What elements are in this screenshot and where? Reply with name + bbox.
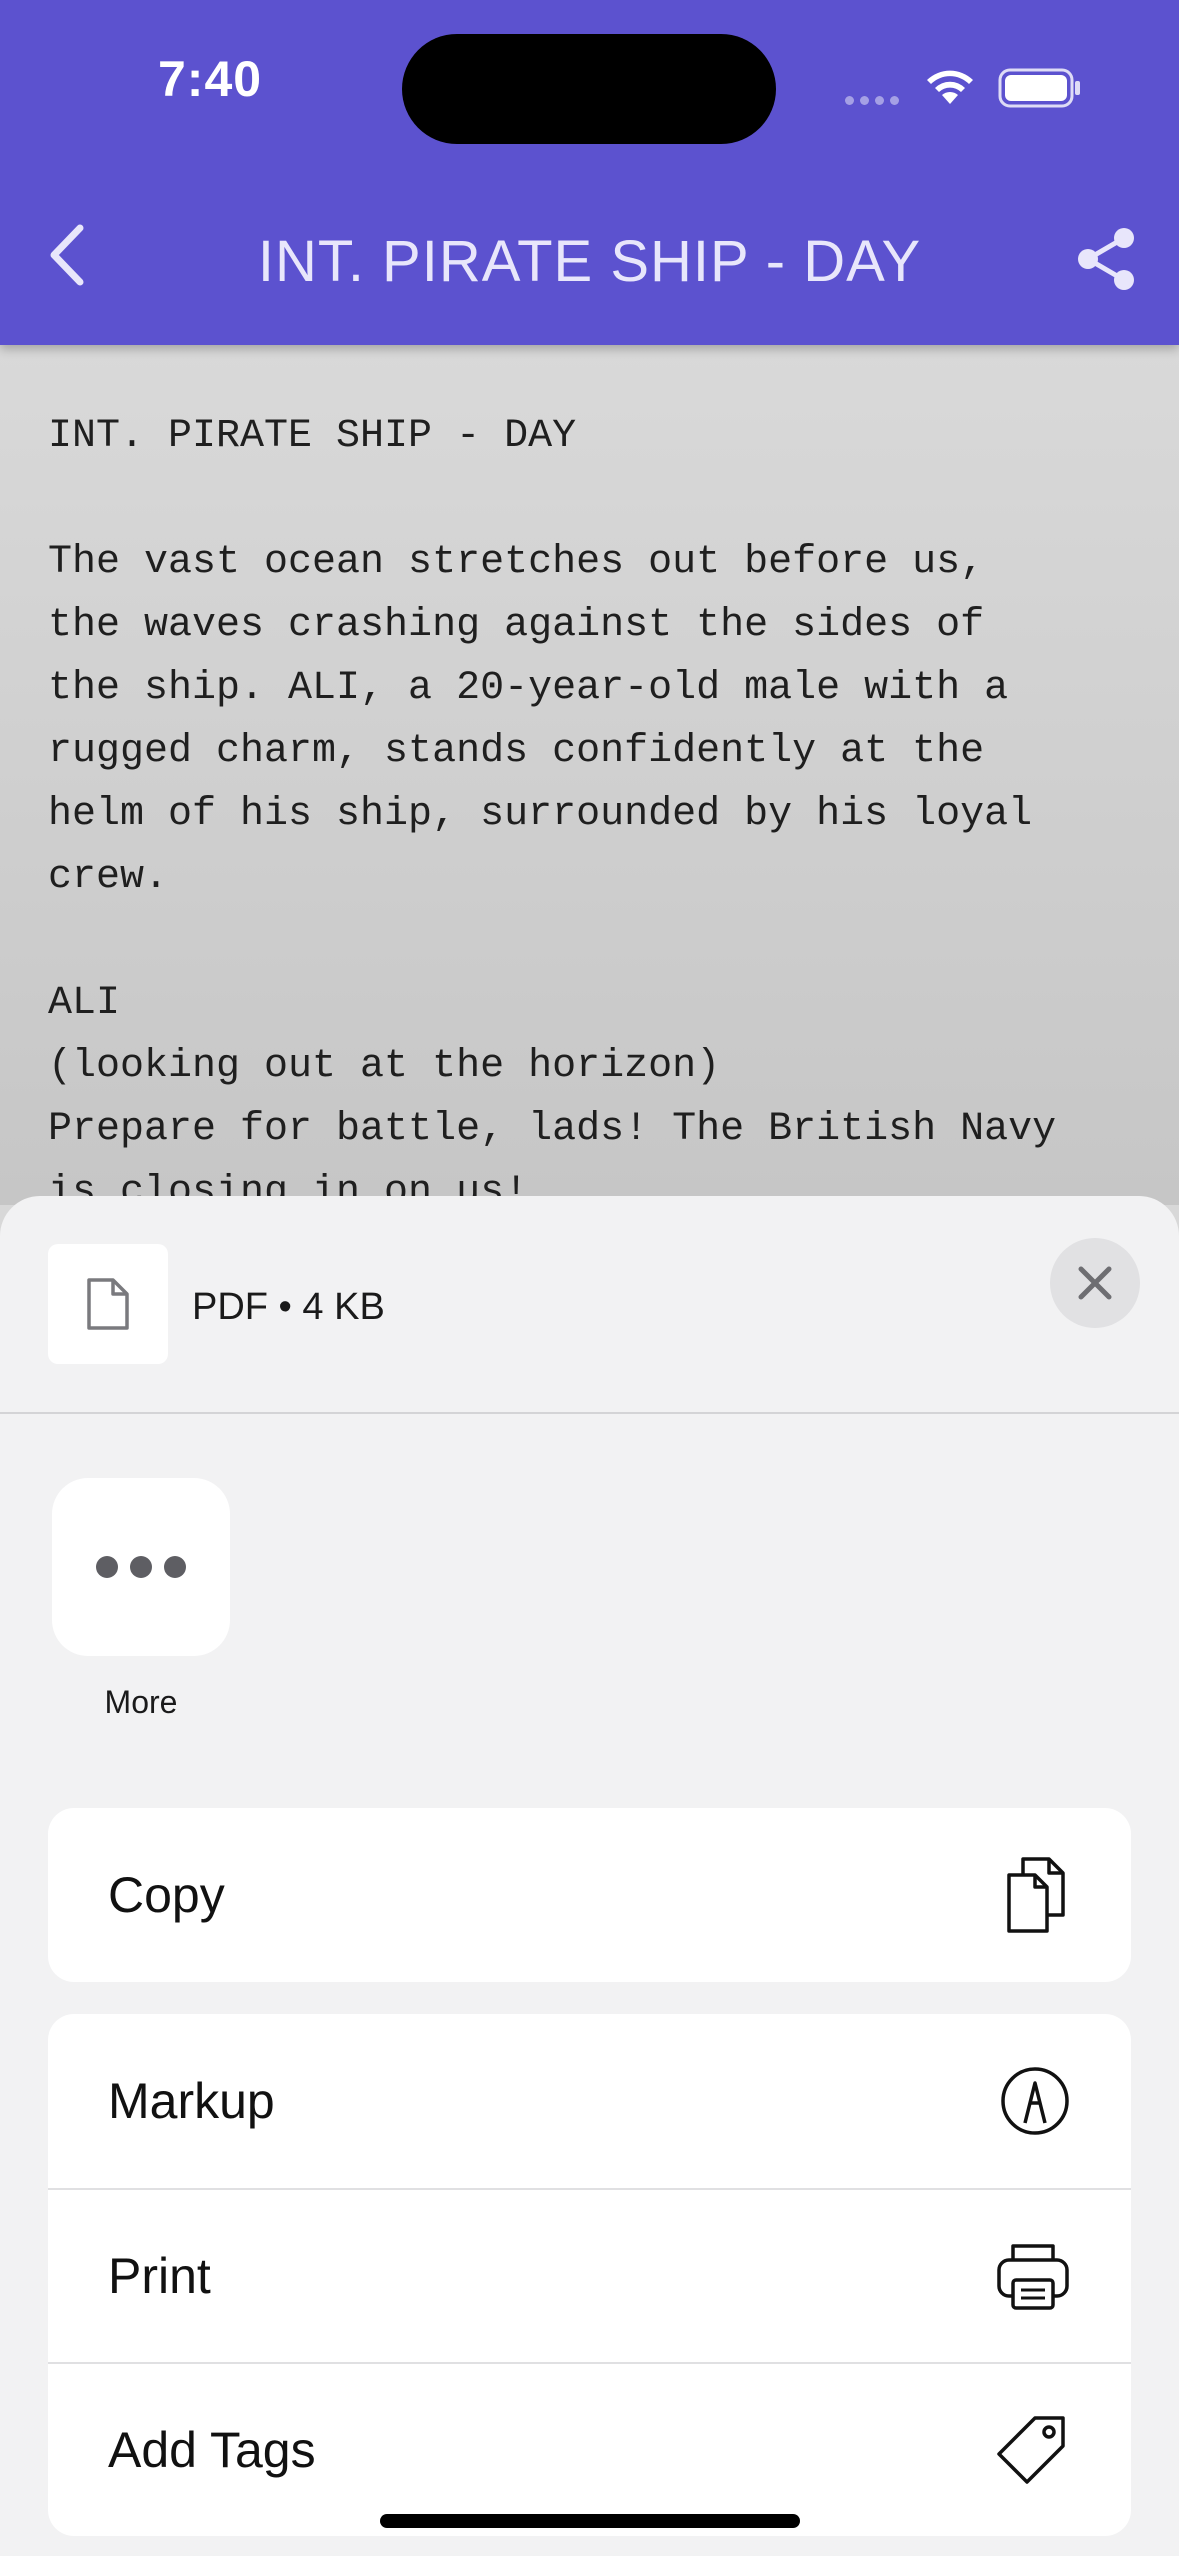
more-label: More	[104, 1684, 178, 1720]
action-group-primary: Copy	[48, 1808, 1131, 1982]
action-copy[interactable]: Copy	[48, 1808, 1131, 1982]
app-header: 7:40 INT. PIRATE SHIP - DAY	[0, 0, 1179, 345]
close-button[interactable]	[1050, 1238, 1140, 1328]
battery-icon	[998, 68, 1080, 108]
ellipsis-icon	[96, 1556, 186, 1578]
back-chevron-icon[interactable]	[44, 222, 88, 288]
wifi-icon	[927, 70, 973, 104]
tag-icon	[997, 2416, 1065, 2484]
script-text: INT. PIRATE SHIP - DAY The vast ocean st…	[48, 414, 1057, 1205]
action-label: Print	[108, 2248, 211, 2304]
printer-icon	[997, 2244, 1069, 2310]
home-indicator[interactable]	[380, 2514, 800, 2528]
action-print[interactable]: Print	[48, 2188, 1131, 2362]
copy-icon	[1007, 1857, 1065, 1933]
file-meta: PDF • 4 KB	[192, 1286, 385, 1328]
page-title: INT. PIRATE SHIP - DAY	[257, 229, 922, 294]
action-markup[interactable]: Markup	[48, 2014, 1131, 2188]
dynamic-island	[402, 34, 776, 144]
action-label: Copy	[108, 1867, 225, 1923]
script-viewer[interactable]: INT. PIRATE SHIP - DAY The vast ocean st…	[0, 345, 1179, 1205]
action-add-tags[interactable]: Add Tags	[48, 2362, 1131, 2536]
action-group-secondary: Markup Print Add Tags	[48, 2014, 1131, 2536]
file-thumbnail	[48, 1244, 168, 1364]
more-button[interactable]	[52, 1478, 230, 1656]
document-icon	[87, 1278, 129, 1330]
status-time: 7:40	[158, 51, 263, 107]
share-sheet: PDF • 4 KB More Copy Markup Print Add Ta…	[0, 1196, 1179, 2556]
markup-icon	[1001, 2067, 1069, 2135]
action-label: Markup	[108, 2073, 275, 2129]
close-icon	[1078, 1266, 1112, 1300]
cellular-signal-icon	[845, 96, 899, 105]
share-icon[interactable]	[1076, 226, 1138, 292]
action-label: Add Tags	[108, 2422, 316, 2478]
share-sheet-header: PDF • 4 KB	[0, 1196, 1179, 1414]
